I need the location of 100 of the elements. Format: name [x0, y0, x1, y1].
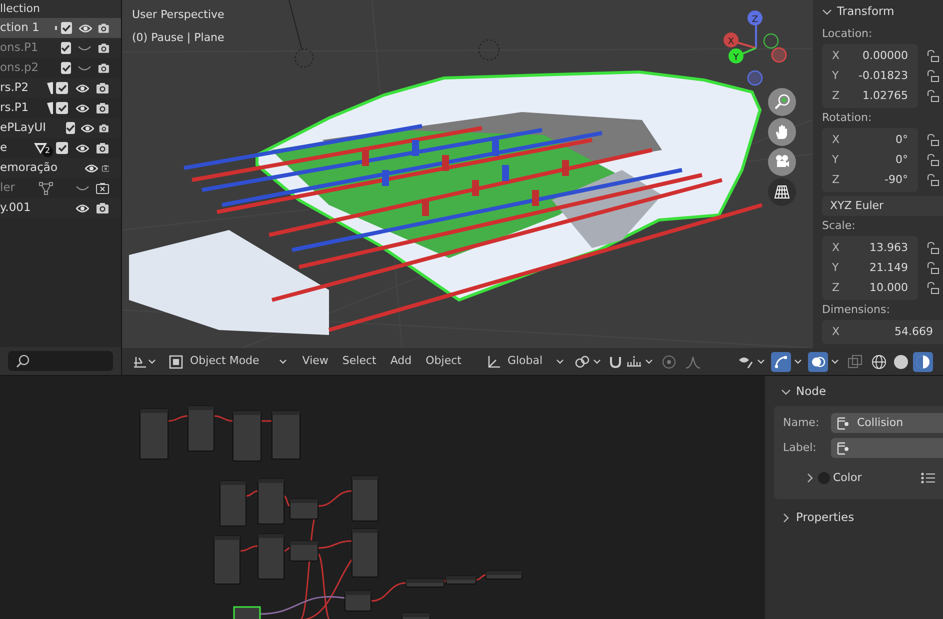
rotation-mode-dropdown[interactable]: XYZ Euler — [822, 196, 943, 216]
gizmo-toggle[interactable] — [771, 352, 791, 372]
camera-icon[interactable] — [99, 122, 109, 134]
node[interactable] — [220, 480, 246, 526]
checkbox[interactable] — [61, 22, 72, 34]
number-field[interactable]: Z -90° — [822, 170, 918, 190]
camera-icon[interactable] — [96, 142, 109, 154]
panel-title[interactable]: Node — [796, 383, 826, 401]
material-shading-button[interactable] — [913, 352, 933, 372]
menu-item[interactable]: Select — [339, 353, 380, 370]
camera-off-icon[interactable] — [102, 162, 109, 174]
color-swatch[interactable] — [818, 472, 830, 484]
node[interactable] — [258, 478, 284, 524]
selected-node[interactable] — [233, 606, 261, 619]
chevron-down-icon[interactable] — [822, 7, 832, 17]
eye-icon[interactable] — [76, 104, 89, 112]
subpanel-title[interactable]: Color — [833, 470, 862, 486]
eye-icon[interactable] — [84, 164, 98, 172]
number-field[interactable]: Y -0.01823 — [822, 66, 918, 86]
node[interactable] — [352, 476, 378, 522]
orientation-icon[interactable] — [486, 354, 502, 370]
caret-icon[interactable] — [831, 359, 839, 364]
lock-icon[interactable] — [927, 134, 939, 146]
camera-off-icon[interactable] — [96, 182, 109, 194]
camera-view-button[interactable] — [768, 148, 796, 176]
eye-icon[interactable] — [78, 24, 92, 32]
number-field[interactable]: Z 10.000 — [822, 278, 918, 298]
proportional-icon[interactable] — [661, 354, 678, 370]
eye-icon[interactable] — [76, 144, 89, 152]
number-field[interactable]: X 54.669 — [822, 322, 943, 342]
number-field[interactable]: X 0° — [822, 130, 918, 150]
node[interactable] — [272, 410, 300, 460]
overlays-toggle[interactable] — [808, 352, 828, 372]
menu-item[interactable]: Object — [422, 353, 464, 370]
node[interactable] — [402, 612, 430, 619]
object-icon[interactable] — [168, 354, 184, 370]
node[interactable] — [232, 410, 262, 462]
number-field[interactable]: Y 21.149 — [822, 258, 918, 278]
number-field[interactable]: X 13.963 — [822, 238, 918, 258]
node[interactable] — [258, 534, 284, 580]
checkbox[interactable] — [66, 122, 75, 134]
caret-icon[interactable] — [279, 359, 288, 364]
node[interactable] — [188, 406, 214, 452]
eye-icon[interactable] — [76, 204, 89, 212]
lock-icon[interactable] — [927, 154, 939, 166]
node[interactable] — [140, 408, 168, 460]
label-field[interactable] — [831, 438, 943, 458]
checkbox[interactable] — [60, 42, 72, 54]
camera-icon[interactable] — [98, 42, 109, 54]
lock-icon[interactable] — [927, 242, 939, 254]
number-field[interactable]: X 0.00000 — [822, 46, 918, 66]
panel-title[interactable]: Properties — [796, 509, 854, 527]
node[interactable] — [290, 498, 318, 520]
chevron-right-icon[interactable] — [781, 513, 791, 523]
search-field[interactable] — [8, 351, 113, 371]
node[interactable] — [290, 540, 318, 562]
node[interactable] — [214, 536, 240, 584]
node[interactable] — [344, 590, 372, 612]
menu-item[interactable]: Add — [387, 353, 415, 370]
eye-icon[interactable] — [80, 124, 94, 132]
checkbox[interactable] — [56, 102, 68, 114]
lock-icon[interactable] — [927, 262, 939, 274]
camera-icon[interactable] — [96, 82, 109, 94]
checkbox[interactable] — [56, 82, 68, 94]
caret-icon[interactable] — [556, 359, 564, 364]
closed-eye-icon[interactable] — [78, 46, 92, 50]
mode-dropdown[interactable]: Object Mode — [168, 352, 292, 372]
camera-icon[interactable] — [96, 202, 109, 214]
lock-icon[interactable] — [927, 282, 939, 294]
pivot-icon[interactable] — [574, 354, 590, 370]
lock-icon[interactable] — [927, 90, 939, 102]
caret-icon[interactable] — [645, 359, 654, 364]
checkbox[interactable] — [56, 142, 68, 154]
lock-icon[interactable] — [927, 70, 939, 82]
list-icon[interactable] — [921, 472, 935, 484]
pan-button[interactable] — [768, 118, 796, 146]
camera-icon[interactable] — [98, 62, 109, 74]
caret-icon[interactable] — [148, 359, 156, 364]
number-field[interactable]: Z 1.02765 — [822, 86, 918, 106]
xray-icon[interactable] — [847, 354, 863, 370]
projection-button[interactable] — [768, 178, 796, 206]
outliner-row[interactable]: ction 1 — [0, 18, 121, 38]
chevron-right-icon[interactable] — [805, 473, 815, 483]
lock-icon[interactable] — [927, 174, 939, 186]
camera-icon[interactable] — [98, 22, 109, 34]
name-field[interactable]: Collision — [831, 413, 943, 433]
closed-eye-icon[interactable] — [76, 186, 89, 190]
node[interactable] — [406, 578, 444, 588]
menu-item[interactable]: View — [299, 353, 332, 370]
increment-icon[interactable] — [626, 354, 642, 370]
node[interactable] — [446, 576, 476, 584]
number-field[interactable]: Y 0° — [822, 150, 918, 170]
node[interactable] — [486, 570, 522, 580]
closed-eye-icon[interactable] — [78, 66, 92, 70]
camera-icon[interactable] — [96, 102, 109, 114]
checkbox[interactable] — [60, 62, 72, 74]
eye-icon[interactable] — [76, 84, 89, 92]
panel-title[interactable]: Transform — [837, 3, 894, 21]
zoom-button[interactable] — [768, 88, 796, 116]
caret-icon[interactable] — [757, 359, 765, 364]
